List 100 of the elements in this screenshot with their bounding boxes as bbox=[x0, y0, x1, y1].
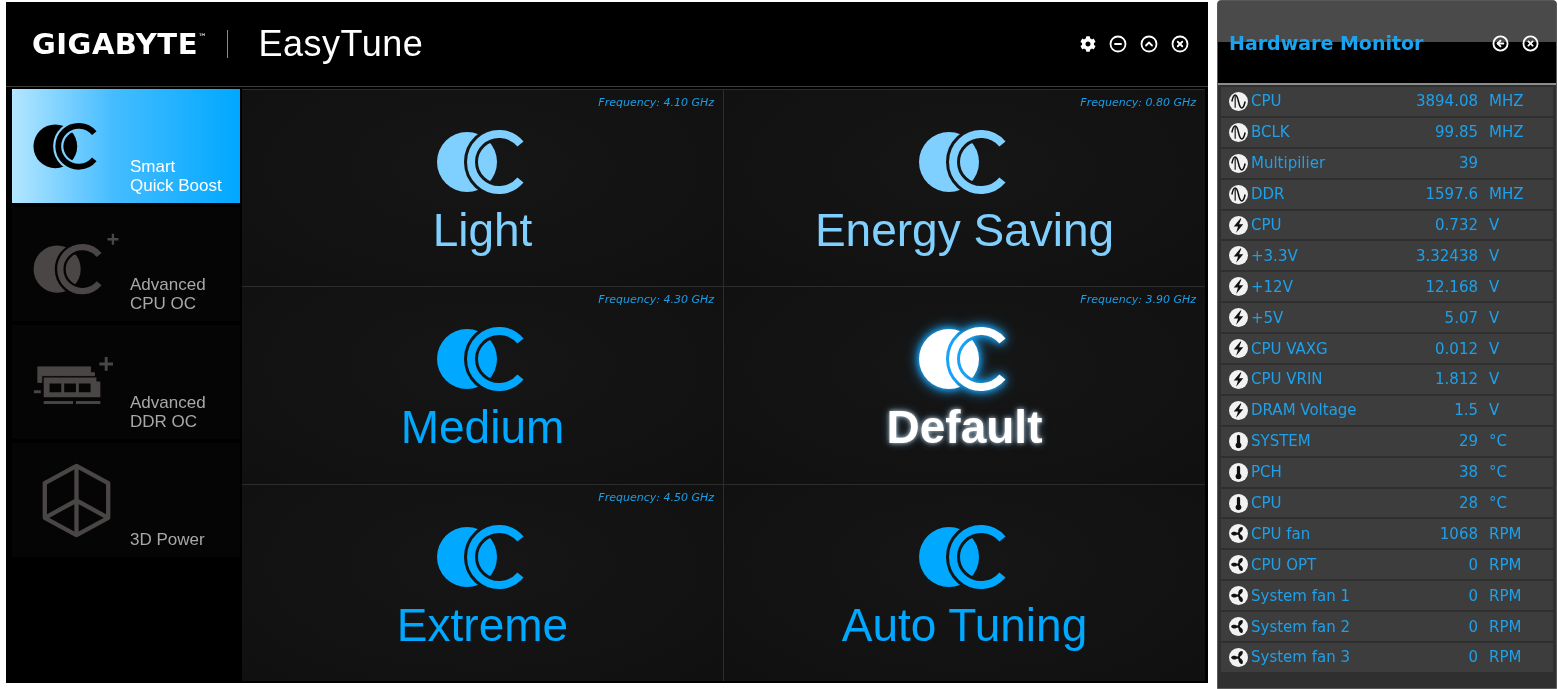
sensor-value: 99.85 bbox=[1435, 123, 1478, 142]
close-icon[interactable] bbox=[1171, 35, 1189, 53]
sensor-label: +3.3V bbox=[1251, 246, 1299, 265]
sensor-unit: RPM bbox=[1489, 617, 1522, 636]
sensor-value: 0 bbox=[1468, 617, 1478, 636]
sine-wave-icon bbox=[1229, 122, 1248, 142]
sensor-value: 0 bbox=[1468, 555, 1478, 574]
profile-tile[interactable]: Frequency: 4.50 GHz Extreme bbox=[242, 484, 723, 681]
logo-text: GIGABYTE$^{™}$ bbox=[32, 27, 208, 61]
sine-wave-icon bbox=[1229, 153, 1248, 173]
settings-icon[interactable] bbox=[1080, 36, 1096, 52]
sensor-value: 39 bbox=[1458, 154, 1478, 173]
sensor-value: 0.012 bbox=[1435, 339, 1478, 358]
sensor-value: 1.5 bbox=[1454, 401, 1478, 420]
sensor-label: Multipilier bbox=[1251, 154, 1327, 173]
sensor-value: 29 bbox=[1458, 432, 1478, 451]
sensor-label: CPU bbox=[1251, 92, 1283, 111]
profile-tile[interactable]: Auto Tuning bbox=[724, 484, 1205, 681]
profile-label: Energy Saving bbox=[814, 204, 1115, 256]
lightning-bolt-icon bbox=[1229, 308, 1248, 328]
lightning-bolt-icon bbox=[1229, 369, 1248, 389]
fan-icon bbox=[1229, 555, 1248, 575]
sensor-label: CPU fan bbox=[1251, 524, 1312, 543]
sensor-unit: °C bbox=[1489, 494, 1507, 512]
app-title: EasyTune bbox=[258, 23, 424, 65]
sensor-value: 0 bbox=[1468, 648, 1478, 667]
profile-label: Auto Tuning bbox=[841, 598, 1088, 651]
sensor-unit: °C bbox=[1489, 432, 1507, 451]
sensor-value: 1068 bbox=[1439, 524, 1478, 543]
chevron-up-icon[interactable] bbox=[1140, 35, 1158, 53]
sensor-label: System fan 3 bbox=[1251, 648, 1351, 667]
sensor-value: 38 bbox=[1458, 463, 1478, 482]
nav-item[interactable]: Advanced DDR OC bbox=[12, 325, 240, 439]
profile-label: Default bbox=[886, 401, 1043, 454]
fan-icon bbox=[1229, 617, 1248, 637]
frequency-label: Frequency: 0.80 GHz bbox=[1080, 96, 1196, 110]
sensor-value: 0 bbox=[1468, 586, 1478, 605]
sensor-unit: V bbox=[1489, 308, 1500, 327]
fan-icon bbox=[1229, 647, 1248, 667]
sensor-label: System fan 1 bbox=[1251, 586, 1351, 605]
lightning-bolt-icon bbox=[1229, 400, 1248, 420]
lightning-bolt-icon bbox=[1229, 339, 1248, 359]
fan-icon bbox=[1229, 524, 1248, 544]
sensor-value: 3894.08 bbox=[1415, 92, 1478, 111]
sensor-unit: V bbox=[1489, 216, 1500, 234]
sensor-label: BCLK bbox=[1251, 123, 1291, 142]
profile-label: Extreme bbox=[396, 598, 569, 651]
minimize-icon[interactable] bbox=[1109, 35, 1127, 53]
sensor-unit: RPM bbox=[1489, 648, 1522, 667]
sensor-unit: MHZ bbox=[1489, 123, 1524, 142]
fan-icon bbox=[1229, 586, 1248, 606]
sensor-value: 0.732 bbox=[1435, 216, 1478, 234]
sensor-unit: MHZ bbox=[1489, 185, 1524, 204]
sensor-unit: MHZ bbox=[1489, 92, 1524, 111]
sensor-label: +12V bbox=[1251, 277, 1294, 296]
sine-wave-icon bbox=[1229, 184, 1248, 204]
sensor-unit: RPM bbox=[1489, 555, 1522, 574]
sensor-label: DDR bbox=[1251, 185, 1286, 204]
sensor-label: System fan 2 bbox=[1251, 617, 1351, 636]
frequency-label: Frequency: 4.30 GHz bbox=[598, 293, 714, 308]
sensor-value: 3.32438 bbox=[1415, 246, 1478, 265]
profile-tile[interactable]: Frequency: 3.90 GHz Default bbox=[724, 287, 1205, 484]
cube-icon bbox=[40, 462, 113, 538]
profile-tile[interactable]: Frequency: 4.30 GHz Medium bbox=[242, 287, 723, 484]
profile-tile[interactable]: Frequency: 0.80 GHz Energy Saving bbox=[724, 90, 1205, 287]
profile-label: Medium bbox=[400, 401, 565, 454]
sine-wave-icon bbox=[1229, 91, 1248, 111]
nav-item[interactable]: Advanced CPU OC bbox=[12, 207, 240, 321]
profile-tile[interactable]: Frequency: 4.10 GHz Light bbox=[242, 90, 723, 287]
frequency-label: Frequency: 3.90 GHz bbox=[1080, 293, 1196, 308]
sensor-value: 5.07 bbox=[1444, 308, 1478, 327]
thermometer-icon bbox=[1229, 462, 1248, 482]
panel-title: Hardware Monitor bbox=[1229, 32, 1424, 54]
oc-logo-plus-icon bbox=[32, 233, 120, 295]
sensor-unit: V bbox=[1489, 339, 1500, 358]
sensor-label: CPU VRIN bbox=[1251, 370, 1324, 389]
close-icon[interactable] bbox=[1522, 34, 1539, 52]
sensor-label: CPU bbox=[1251, 494, 1283, 512]
sensor-unit: V bbox=[1489, 277, 1500, 296]
sensor-label: PCH bbox=[1251, 463, 1283, 482]
frequency-label: Frequency: 4.10 GHz bbox=[598, 96, 714, 110]
sensor-value: 1.812 bbox=[1435, 370, 1478, 389]
lightning-bolt-icon bbox=[1229, 215, 1248, 235]
sensor-label: CPU VAXG bbox=[1251, 339, 1329, 358]
sensor-label: DRAM Voltage bbox=[1251, 401, 1358, 420]
lightning-bolt-icon bbox=[1229, 277, 1248, 297]
sensor-label: SYSTEM bbox=[1251, 432, 1312, 451]
thermometer-icon bbox=[1229, 431, 1248, 451]
nav-item[interactable]: 3D Power bbox=[12, 443, 240, 557]
profile-label: Light bbox=[432, 204, 533, 256]
sensor-value: 28 bbox=[1458, 494, 1478, 512]
sensor-unit: RPM bbox=[1489, 586, 1522, 605]
sensor-value: 1597.6 bbox=[1425, 185, 1478, 204]
lightning-bolt-icon bbox=[1229, 246, 1248, 266]
sensor-unit: V bbox=[1489, 401, 1500, 420]
sensor-unit: °C bbox=[1489, 463, 1507, 482]
sensor-label: +5V bbox=[1251, 308, 1285, 327]
sensor-unit: RPM bbox=[1489, 524, 1522, 543]
frequency-label: Frequency: 4.50 GHz bbox=[598, 490, 714, 505]
sensor-unit: V bbox=[1489, 370, 1500, 389]
